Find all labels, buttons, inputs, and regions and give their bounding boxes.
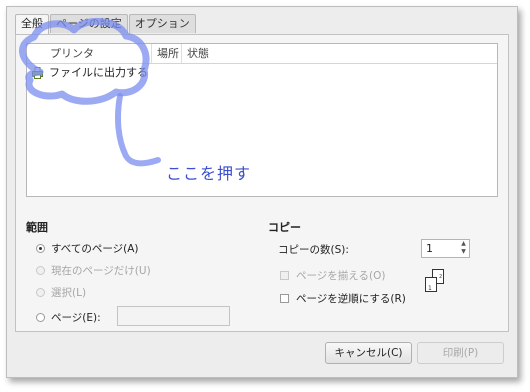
- copies-section-title: コピー: [268, 221, 301, 234]
- copies-count-label: コピーの数(S):: [278, 244, 349, 256]
- range-pages-option[interactable]: ページ(E):: [36, 310, 101, 325]
- printer-list-header: プリンタ 場所 状態: [27, 44, 497, 64]
- printer-file-icon: [32, 67, 43, 79]
- reverse-option[interactable]: ページを逆順にする(R): [280, 291, 406, 306]
- range-current-page-option: 現在のページだけ(U): [36, 263, 151, 278]
- spin-up-icon[interactable]: ▲: [458, 240, 469, 248]
- range-all-pages-option[interactable]: すべてのページ(A): [36, 241, 139, 256]
- range-selection-label: 選択(L): [51, 287, 87, 299]
- column-header-printer[interactable]: プリンタ: [27, 44, 152, 63]
- reverse-checkbox[interactable]: [280, 294, 289, 303]
- collate-icon-page-1: 1: [428, 285, 432, 292]
- collate-icon-page-2: 2: [439, 274, 442, 280]
- annotation-text: ここを押す: [166, 164, 252, 183]
- tab-page-setup[interactable]: ページの設定: [50, 14, 128, 33]
- print-button: 印刷(P): [417, 342, 504, 364]
- range-pages-label: ページ(E):: [51, 312, 101, 324]
- range-selection-option: 選択(L): [36, 285, 86, 300]
- printer-name: ファイルに出力する: [49, 66, 148, 79]
- print-dialog: 全般 ページの設定 オプション プリンタ 場所 状態 ファイルに出力する 範囲: [6, 6, 518, 378]
- tab-options[interactable]: オプション: [128, 14, 196, 33]
- tab-bar: 全般 ページの設定 オプション: [15, 14, 197, 35]
- pages-input[interactable]: [117, 306, 230, 326]
- radio-current-page: [36, 266, 45, 275]
- copies-count-value: 1: [426, 242, 433, 255]
- radio-pages[interactable]: [36, 313, 45, 322]
- spin-arrows[interactable]: ▲ ▼: [458, 240, 469, 257]
- range-section-title: 範囲: [26, 221, 48, 234]
- reverse-label: ページを逆順にする(R): [296, 293, 406, 305]
- copies-count-spinner[interactable]: 1 ▲ ▼: [421, 239, 470, 258]
- radio-selection: [36, 288, 45, 297]
- collate-label: ページを揃える(O): [296, 270, 386, 282]
- tab-general[interactable]: 全般: [15, 14, 49, 35]
- printer-row-print-to-file[interactable]: ファイルに出力する: [27, 64, 497, 82]
- spin-down-icon[interactable]: ▼: [458, 248, 469, 256]
- general-tab-panel: プリンタ 場所 状態 ファイルに出力する 範囲 すべてのページ(A) 現在のペー…: [15, 34, 509, 332]
- collate-pages-icon: 2 1: [425, 269, 444, 292]
- range-current-page-label: 現在のページだけ(U): [51, 265, 151, 277]
- cancel-button[interactable]: キャンセル(C): [325, 342, 412, 364]
- collate-option: ページを揃える(O): [280, 268, 385, 283]
- range-all-pages-label: すべてのページ(A): [51, 243, 139, 255]
- column-header-status[interactable]: 状態: [182, 44, 209, 63]
- radio-all-pages[interactable]: [36, 244, 45, 253]
- collate-checkbox: [280, 271, 289, 280]
- printer-list[interactable]: プリンタ 場所 状態 ファイルに出力する: [26, 43, 498, 197]
- column-header-location[interactable]: 場所: [152, 44, 182, 63]
